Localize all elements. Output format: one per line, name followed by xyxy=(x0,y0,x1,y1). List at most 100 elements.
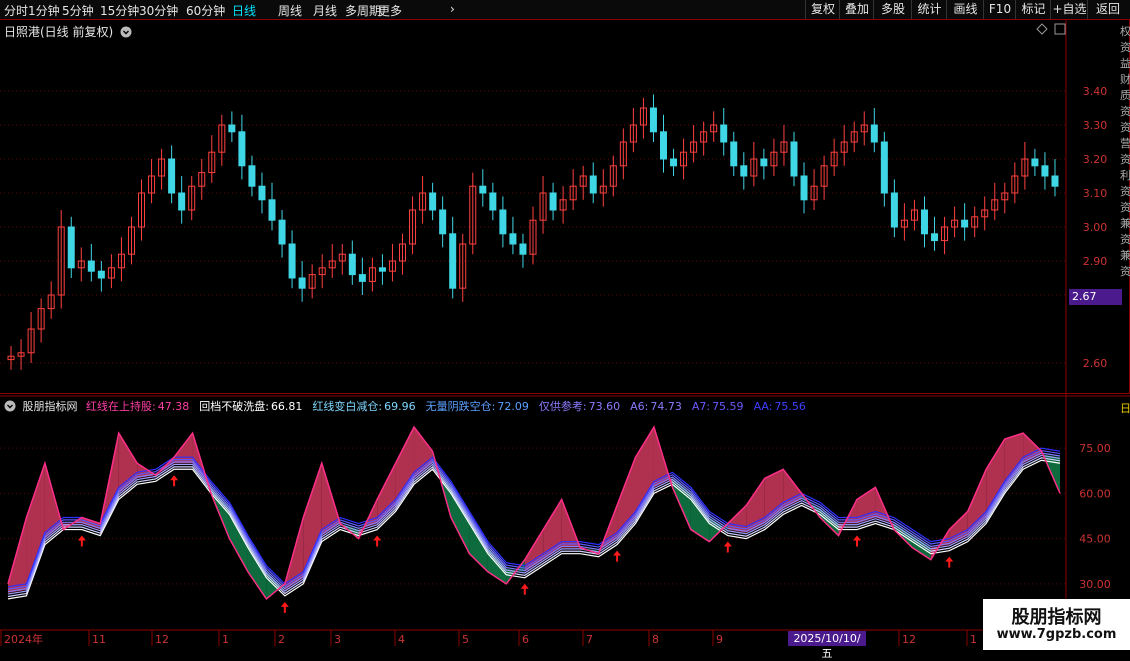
buy-arrow-icon xyxy=(77,535,86,547)
indicator-label: A7: xyxy=(691,400,711,413)
candle-body xyxy=(800,175,808,201)
buy-arrow-icon xyxy=(723,541,732,553)
indicator-tick-label: 60.00 xyxy=(1079,487,1111,500)
price-tick-label: 3.10 xyxy=(1083,187,1108,200)
indicator-ribbon-line xyxy=(7,449,1061,590)
candle-body xyxy=(97,270,105,279)
candle-body xyxy=(489,192,497,211)
indicator-item-4: 仅供参考: 73.60 xyxy=(539,400,625,413)
candle-body xyxy=(1031,158,1039,167)
candle-body xyxy=(880,141,888,194)
indicator-value: 47.38 xyxy=(157,400,190,413)
time-tick-label: 4 xyxy=(398,633,405,646)
candle-body xyxy=(168,158,176,194)
candle-body xyxy=(449,233,457,289)
indicator-label: 回档不破洗盘: xyxy=(199,400,269,413)
indicator-name: 股朋指标网 xyxy=(22,400,78,413)
price-tick-label: 3.00 xyxy=(1083,221,1108,234)
candle-body xyxy=(720,124,728,143)
buy-arrow-icon xyxy=(520,583,529,595)
indicator-label: 无量阴跌空仓: xyxy=(425,400,496,413)
candle-body xyxy=(499,209,507,235)
candle-body xyxy=(670,158,678,167)
candle-body xyxy=(961,219,969,228)
indicator-tick-label: 45.00 xyxy=(1079,533,1111,546)
indicator-tick-label: 30.00 xyxy=(1079,578,1111,591)
time-tick-label: 2024年 xyxy=(4,632,43,646)
side-glyph-column-bottom: 日 xyxy=(1120,402,1130,415)
candle-body xyxy=(870,124,878,143)
indicator-value: 75.59 xyxy=(712,400,744,413)
time-tick-label: 3 xyxy=(334,633,341,646)
time-tick-label: 2 xyxy=(278,633,285,646)
window-icon xyxy=(1054,23,1066,35)
candle-body xyxy=(519,243,527,255)
indicator-item-7: AA: 75.56 xyxy=(754,400,811,413)
indicator-red-line xyxy=(7,425,1061,600)
indicator-item-6: A7: 75.59 xyxy=(692,400,749,413)
buy-arrow-icon xyxy=(170,475,179,487)
buy-arrow-icon xyxy=(852,535,861,547)
candle-body xyxy=(439,209,447,235)
time-tick-label: 5 xyxy=(462,633,469,646)
watermark-url: www.7gpzb.com xyxy=(996,627,1117,642)
time-tick-label: 8 xyxy=(652,633,659,646)
indicator-label: 仅供参考: xyxy=(538,400,587,413)
price-tick-label: 2.60 xyxy=(1083,357,1108,370)
time-tick-label: 1 xyxy=(970,633,977,646)
price-tick-label: 3.30 xyxy=(1083,119,1108,132)
candle-body xyxy=(288,243,296,279)
indicator-value: 66.81 xyxy=(270,400,303,413)
current-price-tag: 2.67 xyxy=(1069,289,1122,305)
candle-body xyxy=(238,131,246,167)
indicator-value: 69.96 xyxy=(384,400,416,413)
time-tick-label: 6 xyxy=(522,633,529,646)
indicator-label: 红线在上持股: xyxy=(86,400,156,413)
candle-body xyxy=(890,192,898,228)
diamond-icon xyxy=(1036,23,1048,35)
candle-body xyxy=(358,274,366,282)
indicator-item-1: 回档不破洗盘: 66.81 xyxy=(199,400,307,413)
candle-body xyxy=(931,233,939,242)
candle-body xyxy=(790,141,798,177)
chart-canvas: 3.403.303.203.103.002.902.802.6075.0060.… xyxy=(0,19,1130,650)
buy-arrow-icon xyxy=(373,535,382,547)
candle-body xyxy=(278,219,286,245)
time-tick-label: 11 xyxy=(92,633,106,646)
indicator-value: 73.60 xyxy=(588,400,621,413)
candle-body xyxy=(378,267,386,272)
side-glyph-column-top: 权资益财质资资营资利资资兼资兼资 xyxy=(1120,25,1130,278)
indicator-label: AA: xyxy=(753,400,773,413)
candle-body xyxy=(178,192,186,211)
indicator-label: A6: xyxy=(630,400,649,413)
buy-arrow-icon xyxy=(945,556,954,568)
time-tick-label: 9 xyxy=(716,633,723,646)
indicator-item-3: 无量阴跌空仓: 72.09 xyxy=(426,400,534,413)
candle-body xyxy=(1041,165,1049,177)
indicator-value: 75.56 xyxy=(774,400,806,413)
indicator-ribbon-line xyxy=(7,447,1061,588)
circle-chevron-icon[interactable] xyxy=(4,400,16,412)
candle-body xyxy=(87,260,95,272)
time-tick-label: 7 xyxy=(586,633,593,646)
indicator-legend: 股朋指标网 红线在上持股: 47.38 回档不破洗盘: 66.81 红线变白减仓: 69.… xyxy=(4,398,816,414)
candle-body xyxy=(920,209,928,235)
candle-body xyxy=(429,192,437,211)
price-tick-label: 2.90 xyxy=(1083,255,1108,268)
indicator-item-2: 红线变白减仓: 69.96 xyxy=(312,400,420,413)
candle-body xyxy=(649,107,657,133)
candle-body xyxy=(248,165,256,187)
candle-body xyxy=(509,233,517,245)
candle-body xyxy=(730,141,738,167)
candle-body xyxy=(228,124,236,133)
buy-arrow-icon xyxy=(613,550,622,562)
candle-body xyxy=(760,158,768,167)
time-tick-label: 12 xyxy=(155,633,169,646)
candle-body xyxy=(258,185,266,201)
candle-body xyxy=(348,253,356,276)
indicator-item-0: 红线在上持股: 47.38 xyxy=(86,400,194,413)
candle-body xyxy=(67,226,75,269)
candle-body xyxy=(298,277,306,289)
candle-body xyxy=(589,175,597,194)
candle-body xyxy=(549,192,557,211)
